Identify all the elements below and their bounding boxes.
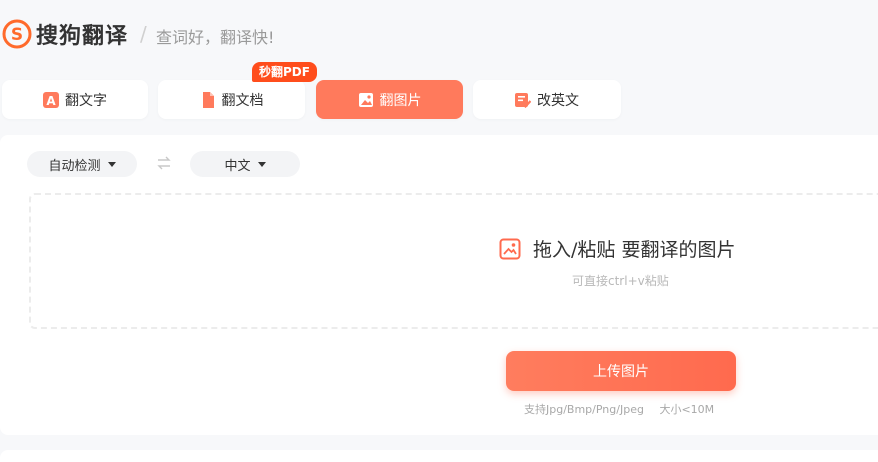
tab-label: 改英文 — [537, 92, 579, 109]
source-language-label: 自动检测 — [48, 158, 101, 174]
supported-formats: 支持Jpg/Bmp/Png/Jpeg — [524, 403, 644, 416]
tab-translate-image[interactable]: 翻图片 — [316, 80, 463, 119]
sogou-logo-icon: S — [2, 19, 32, 49]
tab-polish-english[interactable]: 改英文 — [473, 80, 621, 119]
svg-text:A: A — [46, 94, 56, 108]
target-language-label: 中文 — [224, 158, 251, 174]
chevron-down-icon — [257, 161, 266, 167]
source-language-select[interactable]: 自动检测 — [27, 151, 137, 177]
pdf-promo-badge[interactable]: 秒翻PDF — [252, 62, 317, 82]
drop-zone-title: 拖入/粘贴 要翻译的图片 — [499, 235, 735, 262]
image-translate-panel: 自动检测 中文 拖入/粘贴 要翻译的图片 可直接ctrl+v粘贴 上传图片 支持… — [0, 135, 878, 435]
document-icon — [202, 91, 214, 108]
image-icon — [358, 92, 373, 107]
header-separator: / — [140, 22, 147, 46]
slogan: 查词好，翻译快! — [156, 28, 275, 47]
image-drop-zone[interactable]: 拖入/粘贴 要翻译的图片 可直接ctrl+v粘贴 — [29, 193, 878, 329]
upload-image-button[interactable]: 上传图片 — [506, 351, 736, 391]
paste-hint: 可直接ctrl+v粘贴 — [572, 274, 669, 288]
size-limit: 大小<10M — [659, 403, 715, 416]
upload-format-info: 支持Jpg/Bmp/Png/Jpeg 大小<10M — [524, 401, 714, 417]
brand-name: 搜狗翻译 — [36, 24, 129, 49]
header: S 搜狗翻译 / 查词好，翻译快! — [0, 0, 878, 66]
logo[interactable]: S 搜狗翻译 — [2, 18, 128, 50]
tab-label: 翻文字 — [65, 92, 107, 109]
tab-translate-document[interactable]: 翻文档 — [158, 80, 305, 119]
tab-label: 翻文档 — [221, 92, 264, 109]
tab-label: 翻图片 — [379, 92, 422, 109]
tab-translate-text[interactable]: A 翻文字 — [2, 80, 148, 119]
letter-a-icon: A — [43, 91, 59, 108]
image-icon — [499, 238, 521, 259]
drop-zone-title-text: 拖入/粘贴 要翻译的图片 — [533, 239, 736, 261]
swap-languages-icon[interactable] — [157, 156, 171, 170]
chevron-down-icon — [107, 161, 116, 167]
lower-panel — [0, 450, 878, 462]
svg-text:S: S — [11, 25, 23, 45]
target-language-select[interactable]: 中文 — [190, 151, 300, 177]
edit-check-icon — [515, 92, 531, 108]
